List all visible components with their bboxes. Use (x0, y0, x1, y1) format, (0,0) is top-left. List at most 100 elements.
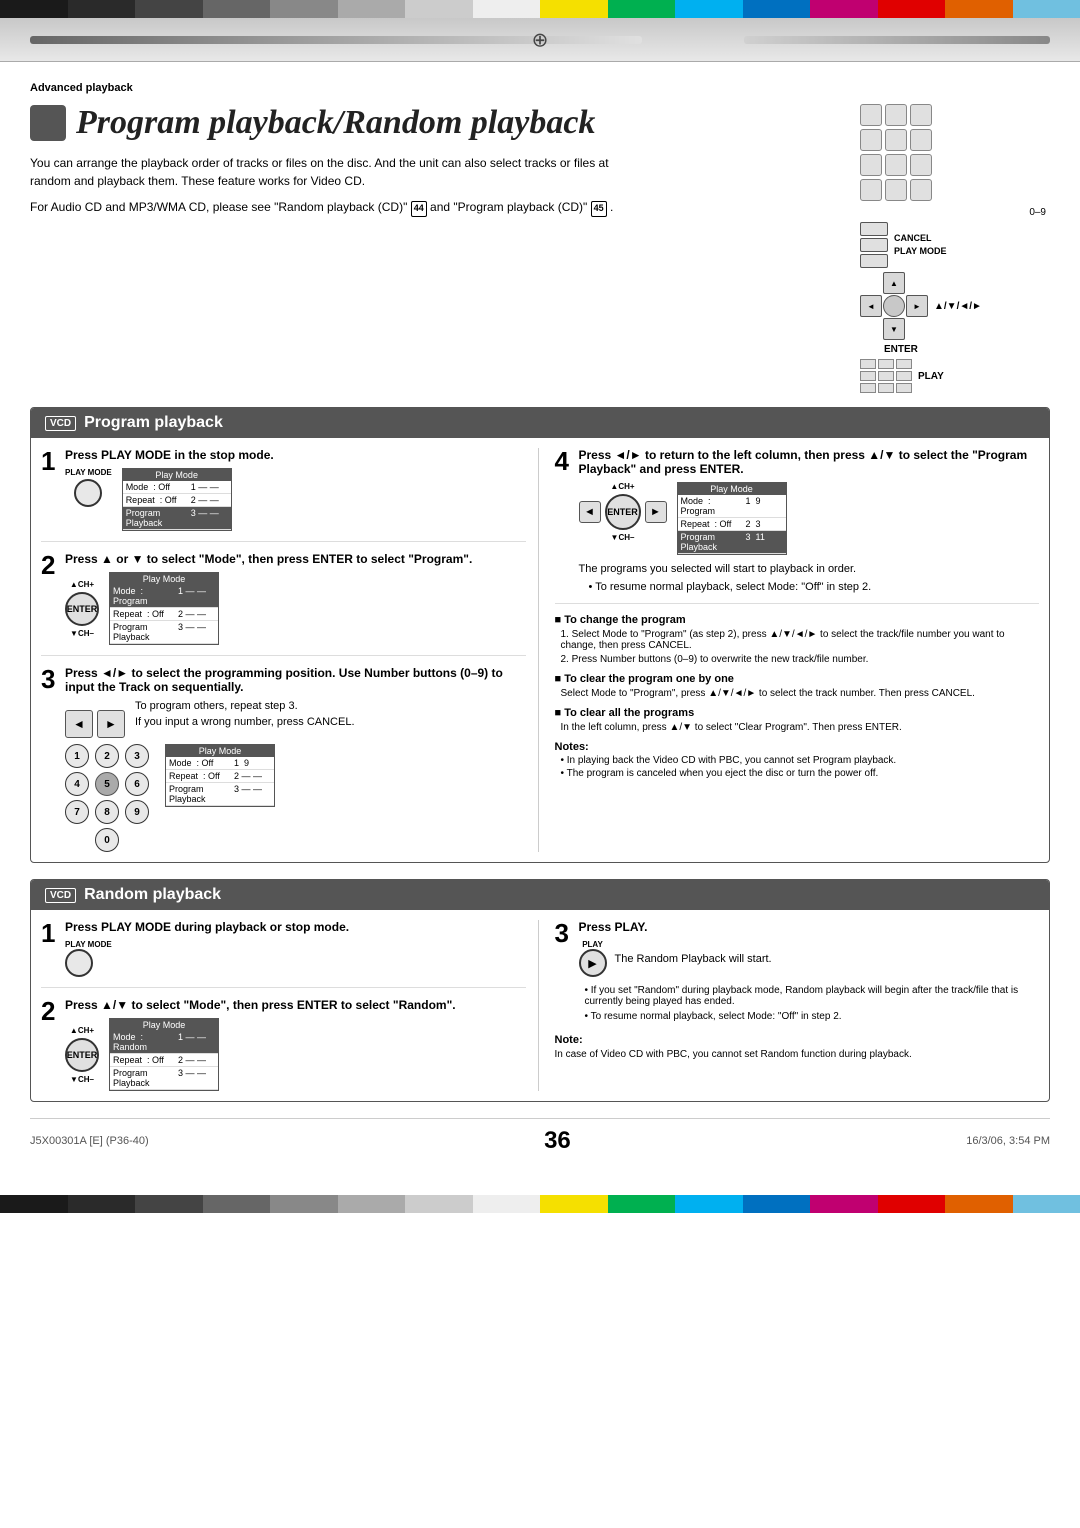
header-strip: ⊕ (0, 18, 1080, 62)
random-step1-play-mode-btn[interactable] (65, 949, 93, 977)
to-change-step2: 2. Press Number buttons (0–9) to overwri… (561, 654, 1040, 665)
num-btn-9[interactable]: 9 (125, 800, 149, 824)
num-btn-3[interactable]: 3 (125, 744, 149, 768)
program-body: 1 Press PLAY MODE in the stop mode. PLAY… (31, 438, 1049, 862)
step4-instruction: Press ◄/► to return to the left column, … (579, 448, 1040, 476)
num-btn-6[interactable]: 6 (125, 772, 149, 796)
random-step-1: 1 Press PLAY MODE during playback or sto… (41, 920, 526, 988)
to-clear-all-body: In the left column, press ▲/▼ to select … (561, 722, 1040, 733)
notes-label: Notes: (555, 741, 1040, 753)
random-note: Note: In case of Video CD with PBC, you … (555, 1034, 1040, 1060)
step4-enter-btn[interactable]: ENTER (605, 494, 641, 530)
to-clear-one-body: Select Mode to "Program", press ▲/▼/◄/► … (561, 688, 1040, 699)
color-block-green (608, 0, 676, 18)
num-btn-7[interactable]: 7 (65, 800, 89, 824)
play-label: PLAY (918, 371, 944, 382)
random-note-label: Note: (555, 1034, 1040, 1046)
num-btn-0[interactable]: 0 (95, 828, 119, 852)
step4-screen: Play Mode Mode : Program1 9 Repeat : Off… (677, 482, 787, 555)
random-play-btn[interactable]: ▶ (579, 949, 607, 977)
program-step-4: 4 Press ◄/► to return to the left column… (555, 448, 1040, 604)
color-block-8 (473, 0, 541, 18)
program-playback-section: VCD Program playback 1 Press PLAY MODE i… (30, 407, 1050, 863)
right-arrow-btn[interactable]: ► (97, 710, 125, 738)
color-block-orange (945, 0, 1013, 18)
random-step3-num: 3 (555, 920, 573, 1022)
random-playback-title: Random playback (84, 886, 221, 904)
to-clear-all-section: ■ To clear all the programs In the left … (555, 707, 1040, 733)
program-playback-header: VCD Program playback (31, 408, 1049, 438)
program-left-col: 1 Press PLAY MODE in the stop mode. PLAY… (41, 448, 539, 852)
step4-right-arrow[interactable]: ► (645, 501, 667, 523)
step4-body1: The programs you selected will start to … (579, 563, 1040, 575)
random-step2-instruction: Press ▲/▼ to select "Mode", then press E… (65, 998, 526, 1012)
random-step2-screen: Play Mode Mode : Random1 — — Repeat : Of… (109, 1018, 219, 1091)
step1-num: 1 (41, 448, 59, 531)
section-label: Advanced playback (30, 82, 1050, 94)
color-block-cyan (675, 0, 743, 18)
num-btn-5[interactable]: 5 (95, 772, 119, 796)
color-block-5 (270, 0, 338, 18)
to-change-step1: 1. Select Mode to "Program" (as step 2),… (561, 629, 1040, 651)
program-step-2: 2 Press ▲ or ▼ to select "Mode", then pr… (41, 552, 526, 656)
intro-para2: For Audio CD and MP3/WMA CD, please see … (30, 198, 650, 217)
num-btn-1[interactable]: 1 (65, 744, 89, 768)
step1-row-2: Repeat : Off2 — — (123, 494, 231, 507)
step4-bullet1: • To resume normal playback, select Mode… (589, 581, 1040, 593)
color-block-2 (68, 0, 136, 18)
num-btn-4[interactable]: 4 (65, 772, 89, 796)
random-step3-instruction: Press PLAY. (579, 920, 1040, 934)
footer-right-text: 16/3/06, 3:54 PM (966, 1135, 1050, 1147)
random-step-2: 2 Press ▲/▼ to select "Mode", then press… (41, 998, 526, 1091)
page-number: 36 (544, 1127, 571, 1155)
step1-play-mode-btn[interactable] (74, 479, 102, 507)
step4-num: 4 (555, 448, 573, 593)
program-playback-title: Program playback (84, 414, 223, 432)
vcd-badge-program: VCD (45, 416, 76, 431)
program-right-col: 4 Press ◄/► to return to the left column… (551, 448, 1040, 852)
left-arrow-btn[interactable]: ◄ (65, 710, 93, 738)
random-step2-enter-btn[interactable]: ENTER (65, 1038, 99, 1072)
title-icon (30, 105, 66, 141)
step1-screen-title: Play Mode (123, 469, 231, 481)
num-btn-8[interactable]: 8 (95, 800, 119, 824)
step2-num: 2 (41, 552, 59, 645)
intro-para1: You can arrange the playback order of tr… (30, 154, 650, 190)
step3-instruction: Press ◄/► to select the programming posi… (65, 666, 526, 694)
step1-row-1: Mode : Off1 — — (123, 481, 231, 494)
step4-left-arrow[interactable]: ◄ (579, 501, 601, 523)
random-step1-num: 1 (41, 920, 59, 977)
random-body: 1 Press PLAY MODE during playback or sto… (31, 910, 1049, 1101)
random-step-3: 3 Press PLAY. PLAY ▶ The Random Playback… (555, 920, 1040, 1022)
footer-left-code: J5X00301A [E] (P36-40) (30, 1135, 149, 1147)
arrows-label: ▲/▼/◄/► (934, 301, 982, 312)
program-step-3: 3 Press ◄/► to select the programming po… (41, 666, 526, 852)
color-block-magenta (810, 0, 878, 18)
color-block-yellow (540, 0, 608, 18)
color-block-3 (135, 0, 203, 18)
page-title: Program playback/Random playback (30, 104, 840, 142)
step1-screen: Play Mode Mode : Off1 — — Repeat : Off2 … (122, 468, 232, 531)
color-block-ltblue (1013, 0, 1080, 18)
remote-diagram: 0–9 CANCEL PLAY MODE ▲ (860, 104, 1050, 393)
program-notes: Notes: • In playing back the Video CD wi… (555, 741, 1040, 779)
to-clear-one-section: ■ To clear the program one by one Select… (555, 673, 1040, 699)
random-playback-section: VCD Random playback 1 Press PLAY MODE du… (30, 879, 1050, 1102)
random-step1-btn-label: PLAY MODE (65, 940, 112, 949)
step2-screen: Play Mode Mode : Program1 — — Repeat : O… (109, 572, 219, 645)
vcd-badge-random: VCD (45, 888, 76, 903)
to-change-section: ■ To change the program 1. Select Mode t… (555, 614, 1040, 665)
color-block-red (878, 0, 946, 18)
page-footer: J5X00301A [E] (P36-40) 36 16/3/06, 3:54 … (30, 1118, 1050, 1155)
number-keys-grid (860, 104, 1050, 201)
step2-enter-btn[interactable]: ENTER (65, 592, 99, 626)
to-clear-one-header: ■ To clear the program one by one (555, 673, 1040, 685)
color-block-blue (743, 0, 811, 18)
num-btn-2[interactable]: 2 (95, 744, 119, 768)
random-step1-instruction: Press PLAY MODE during playback or stop … (65, 920, 526, 934)
random-step3-body: The Random Playback will start. (615, 953, 772, 965)
random-playback-header: VCD Random playback (31, 880, 1049, 910)
to-clear-all-header: ■ To clear all the programs (555, 707, 1040, 719)
step3-screen: Play Mode Mode : Off1 9 Repeat : Off2 — … (165, 744, 275, 807)
program-step-1: 1 Press PLAY MODE in the stop mode. PLAY… (41, 448, 526, 542)
